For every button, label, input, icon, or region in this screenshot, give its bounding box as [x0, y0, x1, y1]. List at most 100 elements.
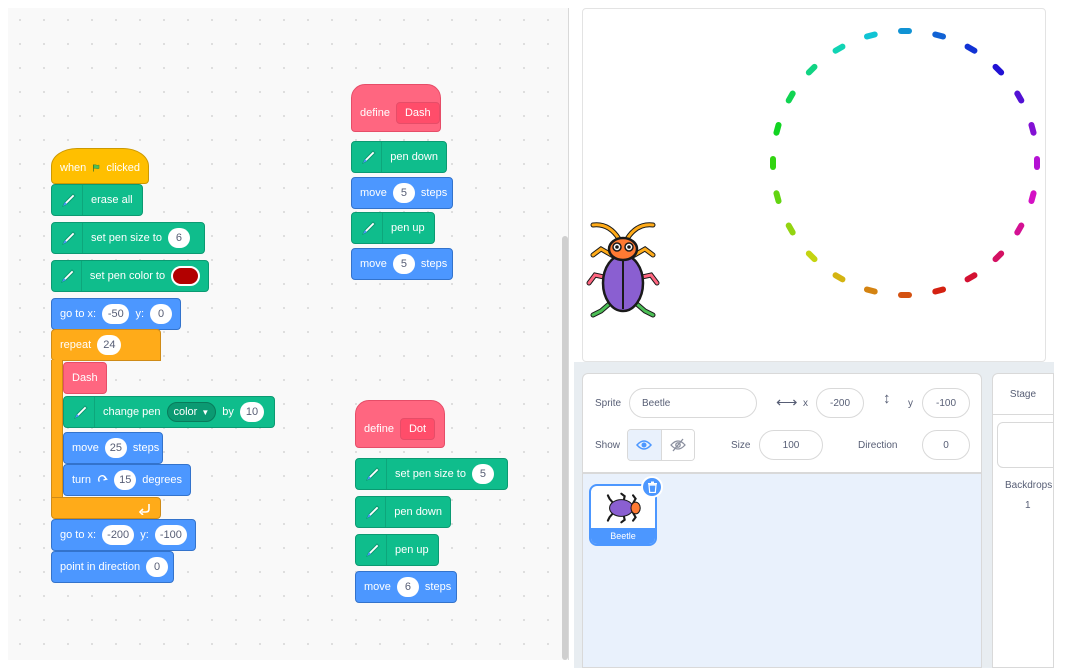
pen-dash	[785, 90, 796, 104]
x-input[interactable]: -200	[102, 525, 135, 545]
turn-degrees-input[interactable]: 15	[114, 470, 137, 490]
move-steps-block[interactable]: move 25 steps	[63, 432, 163, 464]
degrees-label: degrees	[142, 474, 182, 486]
pen-down-block[interactable]: pen down	[355, 496, 451, 528]
pen-dash	[832, 272, 846, 283]
move-steps-block[interactable]: move 5 steps	[351, 177, 453, 209]
y-input[interactable]: 0	[150, 304, 172, 324]
point-in-direction-block[interactable]: point in direction 0	[51, 551, 174, 583]
set-pen-size-block[interactable]: set pen size to 6	[51, 222, 205, 254]
pen-icon	[356, 142, 383, 172]
loop-arrow-icon	[138, 504, 150, 515]
pen-dash	[805, 250, 818, 263]
steps-label: steps	[424, 581, 452, 593]
move-label: move	[72, 442, 99, 454]
pen-color-swatch[interactable]	[171, 266, 200, 286]
green-flag-icon	[93, 164, 100, 172]
point-in-direction-label: point in direction	[60, 561, 141, 573]
x-input[interactable]: -200	[816, 388, 864, 418]
show-hidden-button[interactable]	[661, 430, 694, 460]
stage-backdrop-thumbnail[interactable]	[997, 422, 1053, 468]
pen-dash	[863, 286, 878, 295]
pen-icon	[56, 223, 83, 253]
when-flag-clicked-block[interactable]: when clicked	[51, 148, 149, 184]
pen-up-block[interactable]: pen up	[351, 212, 435, 244]
move-steps-input[interactable]: 5	[392, 183, 415, 203]
pen-up-label: pen up	[391, 222, 425, 234]
beetle-sprite[interactable]	[586, 222, 660, 318]
repeat-block[interactable]: repeat 24	[51, 329, 161, 361]
pen-icon	[360, 497, 387, 527]
pen-up-block[interactable]: pen up	[355, 534, 439, 566]
sprite-thumbnail-label: Beetle	[591, 528, 655, 544]
y-input[interactable]: -100	[154, 525, 187, 545]
define-dash-block[interactable]: define Dash	[351, 84, 441, 132]
turn-degrees-block[interactable]: turn 15 degrees	[63, 464, 191, 496]
x-label: x	[803, 398, 808, 409]
show-toggle-group	[627, 429, 695, 461]
pen-dash	[1014, 222, 1025, 236]
turn-label: turn	[72, 474, 91, 486]
y-input[interactable]: -100	[922, 388, 970, 418]
stage-panel-title: Stage	[1009, 388, 1037, 400]
move-label: move	[360, 258, 387, 270]
show-visible-button[interactable]	[628, 430, 662, 460]
direction-label: Direction	[858, 440, 898, 451]
pen-dash	[992, 250, 1005, 263]
sprite-name-input[interactable]: Beetle	[629, 388, 757, 418]
define-dot-block[interactable]: define Dot	[355, 400, 445, 448]
stage-drawing	[586, 28, 1040, 318]
go-to-x-label: go to x:	[60, 308, 97, 320]
pen-dash	[773, 190, 782, 205]
dash-call-block[interactable]: Dash	[63, 362, 107, 394]
when-label: when	[60, 162, 87, 174]
direction-input[interactable]: 0	[922, 430, 970, 460]
change-pen-block[interactable]: change pen color ▼ by 10	[63, 396, 275, 428]
size-input[interactable]: 100	[759, 430, 823, 460]
move-steps-block[interactable]: move 5 steps	[351, 248, 453, 280]
pen-down-label: pen down	[394, 506, 442, 518]
set-pen-color-label: set pen color to	[89, 270, 166, 282]
define-label: define	[364, 423, 394, 435]
set-pen-size-label: set pen size to	[395, 468, 466, 480]
go-to-xy-block[interactable]: go to x: -50 y: 0	[51, 298, 181, 330]
set-pen-color-block[interactable]: set pen color to	[51, 260, 209, 292]
pen-dash	[932, 31, 947, 40]
dot-prototype: Dot	[399, 418, 436, 440]
stage-selector-panel[interactable]: Stage Backdrops 1	[992, 373, 1054, 668]
move-steps-input[interactable]: 5	[392, 254, 415, 274]
go-to-y-label: y:	[135, 308, 144, 320]
clicked-label: clicked	[106, 162, 140, 174]
x-value: -200	[829, 397, 850, 409]
stage-canvas[interactable]	[582, 8, 1046, 362]
change-pen-value-input[interactable]: 10	[239, 402, 265, 422]
delete-sprite-button[interactable]	[641, 476, 663, 498]
x-input[interactable]: -50	[102, 304, 130, 324]
pen-icon	[56, 185, 83, 215]
sprite-info-panel: Sprite Beetle ⟷ x -200 ↕ y -100 Show Siz…	[582, 373, 982, 473]
pen-dash	[964, 272, 978, 283]
pen-param-dropdown[interactable]: color ▼	[166, 402, 217, 422]
move-steps-block[interactable]: move 6 steps	[355, 571, 457, 603]
y-label: y	[908, 398, 913, 409]
steps-label: steps	[132, 442, 160, 454]
pen-down-block[interactable]: pen down	[351, 141, 447, 173]
erase-all-block[interactable]: erase all	[51, 184, 143, 216]
pen-size-input[interactable]: 5	[471, 464, 494, 484]
repeat-label: repeat	[60, 339, 92, 351]
code-area-scrollbar[interactable]	[562, 236, 568, 660]
move-steps-input[interactable]: 25	[104, 438, 127, 458]
pen-dash	[805, 63, 818, 76]
pen-icon	[360, 459, 387, 489]
rotate-clockwise-icon	[97, 475, 108, 483]
steps-label: steps	[420, 258, 448, 270]
repeat-count-input[interactable]: 24	[97, 335, 122, 355]
move-steps-input[interactable]: 6	[396, 577, 419, 597]
set-pen-size-block[interactable]: set pen size to 5	[355, 458, 508, 490]
pen-size-input[interactable]: 6	[167, 228, 190, 248]
go-to-xy-block-2[interactable]: go to x: -200 y: -100	[51, 519, 196, 551]
direction-input[interactable]: 0	[146, 557, 169, 577]
pen-dash	[1028, 190, 1037, 205]
dropdown-arrow-icon: ▼	[201, 407, 210, 417]
pen-down-label: pen down	[390, 151, 438, 163]
